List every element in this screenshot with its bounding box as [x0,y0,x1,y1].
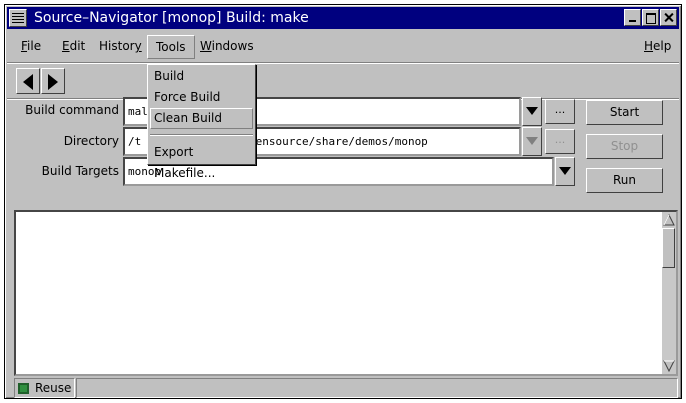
maximize-button[interactable] [642,9,659,26]
reuse-label: Reuse [35,381,72,395]
menu-help[interactable]: Help [637,35,678,59]
vertical-scrollbar[interactable] [662,212,676,374]
status-message [76,378,678,398]
reuse-toggle[interactable]: Reuse [14,378,75,398]
scroll-up-icon[interactable] [662,213,676,227]
menu-history[interactable]: History [92,35,149,59]
tools-menu-dropdown: Build Force Build Clean Build Export Mak… [147,64,256,180]
menu-windows[interactable]: Windows [193,35,261,59]
build-targets-label: Build Targets [41,164,119,178]
scroll-thumb[interactable] [662,228,675,268]
menu-item-clean-build[interactable]: Clean Build [150,108,253,129]
menu-tools[interactable]: Tools [147,35,195,59]
triangle-down-icon [559,167,571,175]
menu-bar: File Edit History Tools Windows Help [7,31,679,63]
menu-item-force-build[interactable]: Force Build [150,87,253,108]
navigation-toolbar [7,65,679,99]
forward-button[interactable] [41,68,65,94]
back-button[interactable] [16,68,40,94]
directory-value-right: pensource/share/demos/monop [249,135,428,148]
triangle-down-icon [526,137,538,145]
arrow-right-icon [48,74,58,90]
stop-button[interactable]: Stop [586,134,663,159]
build-command-browse-button[interactable]: ... [545,99,575,124]
run-button[interactable]: Run [586,168,663,193]
directory-label: Directory [63,134,119,148]
scroll-down-icon[interactable] [662,359,676,373]
build-targets-dropdown[interactable] [555,157,575,186]
status-bar: Reuse [14,378,678,398]
reuse-indicator-icon [18,382,29,394]
minimize-button[interactable] [624,9,641,26]
menu-file[interactable]: File [14,35,48,59]
menu-edit[interactable]: Edit [55,35,92,59]
build-window: Source–Navigator [monop] Build: make Fil… [4,4,682,399]
arrow-left-icon [23,74,33,90]
menu-separator [150,134,253,136]
triangle-down-icon [526,107,538,115]
menu-item-export-makefile[interactable]: Export Makefile... [150,142,253,180]
window-title: Source–Navigator [monop] Build: make [34,10,309,26]
close-button[interactable] [660,9,677,26]
build-command-dropdown[interactable] [522,97,542,126]
directory-value-left: /t [128,135,142,148]
start-button[interactable]: Start [586,100,663,125]
title-bar[interactable]: Source–Navigator [monop] Build: make [7,7,679,29]
build-output-area[interactable] [14,210,678,376]
menu-item-build[interactable]: Build [150,66,253,87]
build-command-label: Build command [25,103,119,117]
directory-browse-button[interactable]: ... [545,129,575,154]
directory-dropdown[interactable] [522,127,542,156]
window-menu-icon[interactable] [9,9,27,27]
